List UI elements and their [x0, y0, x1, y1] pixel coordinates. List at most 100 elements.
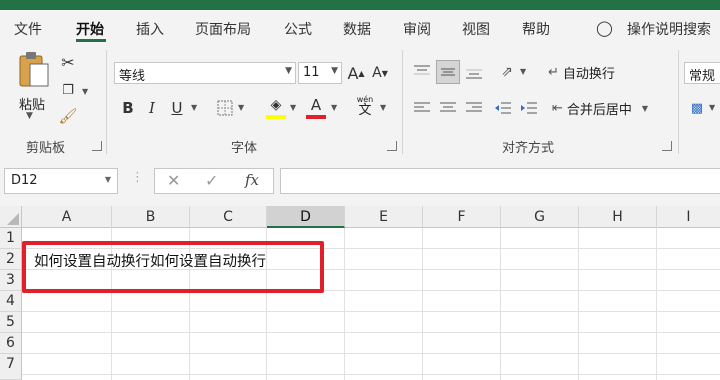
- paste-dropdown-icon[interactable]: ▼: [26, 111, 33, 121]
- cancel-icon[interactable]: ✕: [167, 171, 180, 190]
- font-name-select[interactable]: 等线 ▼: [114, 62, 296, 84]
- gridline: [422, 228, 423, 380]
- column-header-e[interactable]: E: [345, 206, 423, 228]
- align-left-icon[interactable]: [410, 96, 434, 120]
- select-all-button[interactable]: [0, 206, 22, 228]
- row-header-1[interactable]: 1: [0, 228, 22, 249]
- phonetic-dropdown-icon[interactable]: ▼: [380, 103, 386, 112]
- wrap-text-icon: ↵: [548, 64, 559, 80]
- tab-data[interactable]: 数据: [343, 19, 371, 39]
- alignment-group-label: 对齐方式: [502, 141, 555, 156]
- align-center-icon[interactable]: [436, 96, 460, 120]
- gridline: [656, 228, 657, 380]
- phonetic-guide-icon[interactable]: wén 文: [352, 94, 378, 120]
- currency-dropdown-icon[interactable]: ▼: [709, 103, 715, 112]
- row-header-4[interactable]: 4: [0, 291, 22, 312]
- tell-me-search[interactable]: 操作说明搜索: [627, 19, 711, 39]
- shrink-font-icon[interactable]: A ▼: [370, 62, 390, 84]
- align-right-icon[interactable]: [462, 96, 486, 120]
- alignment-launcher-icon[interactable]: [662, 141, 672, 151]
- chevron-down-icon: ▼: [331, 66, 338, 76]
- row-header-2[interactable]: 2: [0, 249, 22, 270]
- column-header-d[interactable]: D: [267, 206, 345, 228]
- merge-center-icon: ⇤: [552, 100, 563, 116]
- tab-view[interactable]: 视图: [462, 19, 490, 39]
- column-header-h[interactable]: H: [579, 206, 657, 228]
- gridline: [22, 311, 720, 312]
- underline-icon[interactable]: U: [168, 98, 186, 118]
- fill-color-dropdown-icon[interactable]: ▼: [290, 103, 296, 112]
- highlight-box: [22, 241, 324, 293]
- phonetic-char: 文: [358, 103, 372, 118]
- underline-dropdown-icon[interactable]: ▼: [191, 103, 197, 112]
- column-header-c[interactable]: C: [190, 206, 267, 228]
- tab-review[interactable]: 审阅: [403, 19, 431, 39]
- tab-file[interactable]: 文件: [14, 19, 42, 39]
- ribbon-home: 粘贴 ▼ ✂ ❐ ▼ 🖌 剪贴板 等线 ▼ 11 ▼ A ▲ A ▼ B I U ▼…: [0, 44, 720, 159]
- grow-font-icon[interactable]: A ▲: [346, 62, 366, 84]
- active-tab-indicator: [76, 39, 106, 42]
- bold-icon[interactable]: B: [120, 98, 136, 118]
- decrease-indent-icon[interactable]: [492, 96, 514, 120]
- font-size-value: 11: [303, 65, 320, 80]
- align-middle-icon[interactable]: [436, 60, 460, 84]
- borders-dropdown-icon[interactable]: ▼: [238, 103, 244, 112]
- borders-icon[interactable]: [216, 99, 234, 117]
- formula-input[interactable]: [280, 168, 720, 194]
- number-format-select[interactable]: 常规: [684, 62, 720, 84]
- chevron-down-icon: ▼: [285, 66, 292, 76]
- tab-page-layout[interactable]: 页面布局: [195, 19, 251, 39]
- copy-icon[interactable]: ❐: [58, 80, 78, 100]
- wrap-text-button[interactable]: ↵ 自动换行: [548, 60, 615, 84]
- row-header-3[interactable]: 3: [0, 270, 22, 291]
- orientation-icon[interactable]: ⇗: [496, 60, 518, 84]
- column-header-f[interactable]: F: [423, 206, 501, 228]
- name-box[interactable]: D12 ▼: [4, 168, 118, 194]
- font-group-label: 字体: [231, 141, 258, 156]
- font-color-icon[interactable]: A: [306, 95, 326, 115]
- formula-bar-grip-icon: ⋮: [131, 170, 144, 185]
- merge-center-button[interactable]: ⇤ 合并后居中 ▼: [552, 96, 648, 120]
- name-box-value: D12: [11, 173, 38, 188]
- font-launcher-icon[interactable]: [387, 141, 397, 151]
- tab-insert[interactable]: 插入: [136, 19, 164, 39]
- merge-center-label: 合并后居中: [566, 102, 632, 118]
- number-format-value: 常规: [689, 69, 716, 84]
- fill-color-icon[interactable]: ◈: [266, 96, 286, 114]
- font-color-swatch: [306, 115, 326, 119]
- clipboard-launcher-icon[interactable]: [92, 141, 102, 151]
- align-bottom-icon[interactable]: [462, 60, 486, 84]
- tab-home[interactable]: 开始: [76, 19, 104, 39]
- italic-icon[interactable]: I: [144, 98, 160, 118]
- column-header-i[interactable]: I: [657, 206, 720, 228]
- formula-actions: ✕ ✓ fx: [154, 168, 274, 194]
- row-header-6[interactable]: 6: [0, 333, 22, 354]
- chevron-down-icon[interactable]: ▼: [642, 104, 648, 113]
- lightbulb-icon: ◯: [596, 19, 613, 37]
- tab-help[interactable]: 帮助: [522, 19, 550, 39]
- tab-formulas[interactable]: 公式: [284, 19, 312, 39]
- gridline: [344, 228, 345, 380]
- gridline: [22, 332, 720, 333]
- align-top-icon[interactable]: [410, 60, 434, 84]
- orientation-dropdown-icon[interactable]: ▼: [520, 67, 526, 76]
- column-header-g[interactable]: G: [501, 206, 579, 228]
- format-painter-icon[interactable]: 🖌: [58, 106, 78, 126]
- row-header-7[interactable]: 7: [0, 354, 22, 380]
- gridline: [22, 374, 720, 375]
- cut-icon[interactable]: ✂: [58, 52, 78, 72]
- column-header-b[interactable]: B: [112, 206, 190, 228]
- font-color-dropdown-icon[interactable]: ▼: [331, 103, 337, 112]
- row-header-5[interactable]: 5: [0, 312, 22, 333]
- increase-indent-icon[interactable]: [518, 96, 540, 120]
- currency-format-icon[interactable]: ▩: [688, 96, 706, 120]
- font-size-select[interactable]: 11 ▼: [298, 62, 342, 84]
- column-header-a[interactable]: A: [22, 206, 112, 228]
- copy-dropdown-icon[interactable]: ▼: [82, 87, 88, 96]
- insert-function-icon[interactable]: fx: [245, 171, 259, 189]
- paste-icon[interactable]: [14, 50, 54, 90]
- wrap-text-label: 自动换行: [562, 66, 615, 82]
- enter-icon[interactable]: ✓: [205, 171, 218, 190]
- chevron-down-icon[interactable]: ▼: [105, 175, 111, 184]
- font-name-value: 等线: [119, 69, 146, 84]
